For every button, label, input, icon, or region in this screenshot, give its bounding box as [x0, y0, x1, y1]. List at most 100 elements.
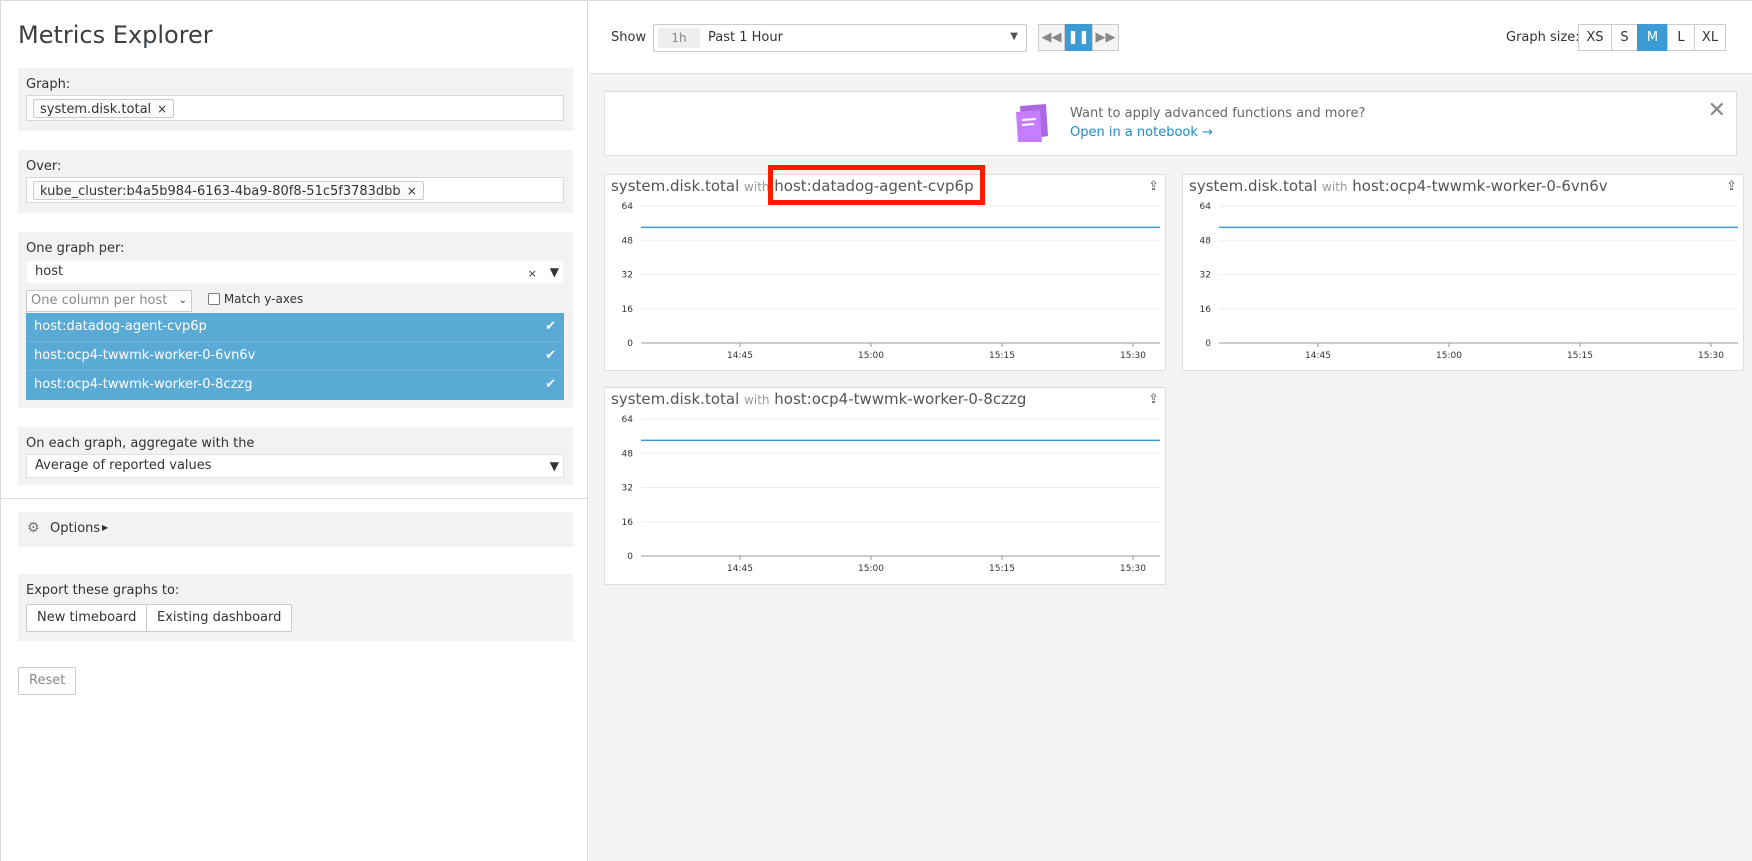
x-tick-label: 15:15 [1567, 351, 1593, 361]
y-tick-label: 32 [1200, 271, 1211, 281]
x-tick-label: 15:30 [1698, 351, 1724, 361]
group-by-value: host [35, 264, 64, 279]
x-tick-label: 15:15 [989, 351, 1015, 361]
divider [1, 498, 589, 499]
size-s-button[interactable]: S [1611, 24, 1638, 51]
toolbar: Show 1h Past 1 Hour ▼ ◀◀ ❚❚ ▶▶ Graph siz… [589, 1, 1752, 74]
one-graph-per-label: One graph per: [26, 241, 125, 256]
metric-input[interactable]: system.disk.total × [26, 95, 564, 121]
time-range-select[interactable]: 1h Past 1 Hour ▼ [653, 24, 1027, 52]
x-tick-label: 14:45 [727, 351, 753, 361]
remove-metric-icon[interactable]: × [157, 102, 167, 116]
y-tick-label: 48 [622, 236, 634, 246]
open-notebook-link[interactable]: Open in a notebook → [1070, 125, 1213, 140]
graph-size-label: Graph size: [1506, 30, 1580, 45]
reset-button[interactable]: Reset [18, 667, 77, 695]
graph-label: Graph: [26, 77, 71, 92]
highlight-box [768, 165, 985, 205]
y-tick-label: 16 [622, 305, 634, 315]
x-tick-label: 15:00 [858, 564, 884, 574]
over-section: Over: kube_cluster:b4a5b984-6163-4ba9-80… [18, 150, 573, 213]
time-value: Past 1 Hour [708, 30, 783, 45]
chart: 64 48 32 16 0 14:45 15:00 15:15 15:30 [622, 415, 1160, 574]
check-icon: ✔ [545, 348, 556, 363]
graphs-area: Show 1h Past 1 Hour ▼ ◀◀ ❚❚ ▶▶ Graph siz… [589, 0, 1752, 861]
y-tick-label: 0 [627, 552, 633, 562]
caret-right-icon: ▶ [102, 523, 109, 532]
metric-tag-label: system.disk.total [40, 102, 152, 117]
y-tick-label: 64 [1200, 202, 1212, 212]
host-item-label: host:datadog-agent-cvp6p [34, 319, 207, 334]
clear-icon[interactable]: × [528, 263, 537, 285]
column-select-value: One column per host [31, 293, 168, 308]
size-m-button[interactable]: M [1637, 24, 1668, 51]
check-icon: ✔ [545, 377, 556, 392]
match-y-axes[interactable]: Match y-axes [208, 292, 303, 306]
share-icon[interactable]: ⇪ [1148, 179, 1159, 194]
page-title: Metrics Explorer [18, 21, 213, 49]
y-tick-label: 64 [622, 202, 634, 212]
size-l-button[interactable]: L [1667, 24, 1695, 51]
host-item[interactable]: host:ocp4-twwmk-worker-0-8czzg ✔ [26, 371, 564, 400]
host-item-label: host:ocp4-twwmk-worker-0-8czzg [34, 377, 253, 392]
options-toggle[interactable]: ⚙ Options ▶ [18, 512, 573, 547]
over-tag-label: kube_cluster:b4a5b984-6163-4ba9-80f8-51c… [40, 184, 401, 199]
forward-button[interactable]: ▶▶ [1092, 24, 1119, 51]
graph-title: system.disk.total with host:ocp4-twwmk-w… [611, 390, 1026, 408]
chart: 64 48 32 16 0 14:45 15:00 15:15 15:30 [622, 202, 1160, 361]
x-tick-label: 15:15 [989, 564, 1015, 574]
graph-with: with [744, 180, 770, 194]
chevron-down-icon: ▼ [1010, 31, 1018, 42]
graph-panel: system.disk.total with host:datadog-agen… [604, 165, 1166, 371]
host-list: host:datadog-agent-cvp6p ✔ host:ocp4-twwm… [26, 313, 564, 400]
x-tick-label: 15:00 [1436, 351, 1462, 361]
aggregate-select[interactable]: Average of reported values ▼ [26, 454, 564, 478]
chevron-down-icon: ⌄ [178, 295, 187, 306]
host-item[interactable]: host:ocp4-twwmk-worker-0-6vn6v ✔ [26, 342, 564, 371]
export-label: Export these graphs to: [26, 583, 180, 598]
remove-over-icon[interactable]: × [407, 184, 417, 198]
group-by-select[interactable]: host × ▼ [26, 260, 564, 284]
over-input[interactable]: kube_cluster:b4a5b984-6163-4ba9-80f8-51c… [26, 177, 564, 203]
x-tick-label: 15:30 [1120, 564, 1146, 574]
y-tick-label: 16 [622, 518, 634, 528]
gear-icon: ⚙ [27, 520, 40, 536]
pause-button[interactable]: ❚❚ [1065, 24, 1092, 51]
match-y-axes-checkbox[interactable] [208, 293, 220, 305]
aggregate-label: On each graph, aggregate with the [26, 436, 255, 451]
new-timeboard-button[interactable]: New timeboard [26, 604, 148, 632]
size-xl-button[interactable]: XL [1694, 24, 1726, 51]
y-tick-label: 0 [1205, 339, 1211, 349]
graph-host: host:ocp4-twwmk-worker-0-6vn6v [1352, 177, 1608, 195]
size-xs-button[interactable]: XS [1578, 24, 1612, 51]
chevron-down-icon: ▼ [549, 459, 559, 473]
graph-panel: system.disk.total with host:ocp4-twwmk-w… [1182, 174, 1744, 371]
host-item[interactable]: host:datadog-agent-cvp6p ✔ [26, 313, 564, 342]
notebook-banner: Want to apply advanced functions and mor… [604, 91, 1737, 156]
graph-with: with [744, 393, 770, 407]
share-icon[interactable]: ⇪ [1148, 392, 1159, 407]
share-icon[interactable]: ⇪ [1726, 179, 1737, 194]
y-tick-label: 32 [622, 484, 633, 494]
graph-panel: system.disk.total with host:ocp4-twwmk-w… [604, 387, 1166, 585]
graph-metric: system.disk.total [611, 390, 740, 408]
column-select[interactable]: One column per host ⌄ [26, 290, 192, 312]
rewind-button[interactable]: ◀◀ [1038, 24, 1065, 51]
banner-question: Want to apply advanced functions and mor… [1070, 106, 1366, 121]
aggregate-value: Average of reported values [35, 458, 212, 473]
show-label: Show [611, 30, 647, 45]
graph-metric: system.disk.total [611, 177, 740, 195]
options-label: Options [50, 521, 101, 536]
y-tick-label: 16 [1200, 305, 1212, 315]
x-tick-label: 15:00 [858, 351, 884, 361]
graph-metric: system.disk.total [1189, 177, 1318, 195]
query-panel: Metrics Explorer Graph: system.disk.tota… [0, 0, 589, 861]
chevron-down-icon[interactable]: ▼ [550, 261, 559, 283]
close-icon[interactable]: ✕ [1708, 98, 1726, 123]
existing-dashboard-button[interactable]: Existing dashboard [146, 604, 293, 632]
graph-with: with [1322, 180, 1348, 194]
metric-tag: system.disk.total × [33, 99, 175, 118]
graph-title: system.disk.total with host:ocp4-twwmk-w… [1189, 177, 1608, 195]
aggregate-section: On each graph, aggregate with the Averag… [18, 427, 573, 485]
match-y-axes-label: Match y-axes [223, 292, 304, 306]
